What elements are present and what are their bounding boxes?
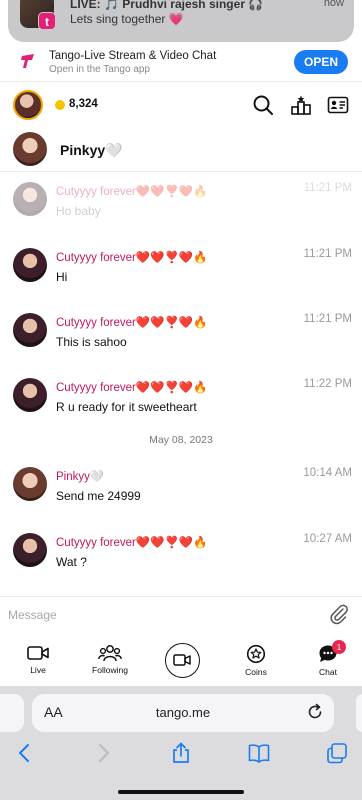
coin-balance: 8,324 <box>69 98 98 110</box>
go-live-button[interactable] <box>165 643 200 678</box>
bookmarks-icon[interactable] <box>248 742 270 764</box>
sender-avatar[interactable] <box>13 248 47 282</box>
share-icon[interactable] <box>170 742 192 764</box>
previous-tab-preview[interactable] <box>0 694 24 732</box>
nav-chat-label: Chat <box>319 667 337 677</box>
sender-name: Pinkyy🤍 <box>56 471 105 483</box>
people-icon <box>98 645 122 662</box>
sender-avatar[interactable] <box>13 182 47 216</box>
message-text: Ho baby <box>56 204 101 218</box>
message-time: 10:27 AM <box>303 533 352 545</box>
message-time: 11:21 PM <box>303 248 352 260</box>
nav-coins-label: Coins <box>245 667 267 677</box>
message-text: Hi <box>56 270 68 284</box>
sender-name: Cutyyyy forever❤️❤️❣️❤️🔥 <box>56 537 208 549</box>
leaderboard-icon[interactable] <box>290 94 312 116</box>
notification-title: LIVE: 🎵 Prudhvi rajesh singer 🎧 <box>70 0 264 11</box>
sender-name: Cutyyyy forever❤️❤️❣️❤️🔥 <box>56 317 208 329</box>
sender-name: Cutyyyy forever❤️❤️❣️❤️🔥 <box>56 252 208 264</box>
date-separator: May 08, 2023 <box>149 434 213 446</box>
search-icon[interactable] <box>252 94 274 116</box>
next-tab-preview[interactable] <box>356 694 362 732</box>
top-bar: 8,324 <box>0 84 362 126</box>
message-row: Cutyyyy forever❤️❤️❣️❤️🔥 Ho baby 11:21 P… <box>0 182 362 238</box>
tango-logo-icon <box>21 54 34 68</box>
video-camera-icon <box>173 654 191 666</box>
app-banner-subtitle: Open in the Tango app <box>49 64 151 75</box>
contact-avatar[interactable] <box>13 132 47 166</box>
message-text: Wat ? <box>56 555 87 569</box>
message-text: R u ready for it sweetheart <box>56 400 197 414</box>
nav-chat[interactable]: 1 Chat <box>298 640 358 677</box>
nav-live-label: Live <box>30 665 46 675</box>
message-row: Cutyyyy forever❤️❤️❣️❤️🔥 Wat ? 10:27 AM <box>0 533 362 589</box>
bottom-nav: Live Following Coins 1 Chat <box>0 640 362 684</box>
sender-avatar[interactable] <box>13 313 47 347</box>
message-row: Cutyyyy forever❤️❤️❣️❤️🔥 R u ready for i… <box>0 378 362 434</box>
url-text: tango.me <box>155 705 211 720</box>
coin-icon <box>55 100 65 110</box>
tango-app-icon: t <box>38 12 56 30</box>
sender-name: Cutyyyy forever❤️❤️❣️❤️🔥 <box>56 382 208 394</box>
notification-body: Lets sing together 💗 <box>70 12 184 26</box>
sender-name: Cutyyyy forever❤️❤️❣️❤️🔥 <box>56 186 208 198</box>
address-bar[interactable]: AA tango.me <box>32 694 334 732</box>
message-time: 11:21 PM <box>303 313 352 325</box>
nav-following[interactable]: Following <box>80 644 140 675</box>
message-composer <box>0 596 362 632</box>
live-notification[interactable]: t LIVE: 🎵 Prudhvi rajesh singer 🎧 Lets s… <box>8 0 354 42</box>
reload-icon[interactable] <box>306 703 324 721</box>
message-time: 10:14 AM <box>303 467 352 479</box>
my-avatar[interactable] <box>13 90 43 120</box>
contact-name: Pinkyy🤍 <box>60 142 123 158</box>
message-row: Cutyyyy forever❤️❤️❣️❤️🔥 This is sahoo 1… <box>0 313 362 369</box>
profile-card-icon[interactable] <box>327 94 349 116</box>
chat-header[interactable]: Pinkyy🤍 <box>0 130 362 172</box>
nav-following-label: Following <box>92 665 128 675</box>
notification-time: now <box>323 0 344 9</box>
message-time: 11:22 PM <box>303 378 352 390</box>
browser-toolbar: AA tango.me <box>0 686 362 800</box>
message-row: Pinkyy🤍 Send me 24999 10:14 AM <box>0 467 362 523</box>
sender-avatar[interactable] <box>13 378 47 412</box>
nav-coins[interactable]: Coins <box>226 644 286 677</box>
back-icon[interactable] <box>14 742 36 764</box>
message-input[interactable] <box>8 603 308 627</box>
tabs-icon[interactable] <box>326 742 348 764</box>
message-text: This is sahoo <box>56 335 127 349</box>
app-banner-name: Tango-Live Stream & Video Chat <box>49 50 217 62</box>
video-camera-icon <box>27 646 49 660</box>
nav-live[interactable]: Live <box>8 644 68 675</box>
home-indicator <box>118 790 244 794</box>
message-time: 11:21 PM <box>303 182 352 194</box>
sender-avatar[interactable] <box>13 467 47 501</box>
attachment-icon[interactable] <box>328 603 350 625</box>
message-text: Send me 24999 <box>56 489 141 503</box>
unread-badge: 1 <box>332 640 346 654</box>
open-app-button[interactable]: OPEN <box>294 50 348 74</box>
coin-star-icon <box>246 644 266 664</box>
forward-icon[interactable] <box>92 742 114 764</box>
message-row: Cutyyyy forever❤️❤️❣️❤️🔥 Hi 11:21 PM <box>0 248 362 304</box>
sender-avatar[interactable] <box>13 533 47 567</box>
app-banner: Tango-Live Stream & Video Chat Open in t… <box>0 42 362 82</box>
